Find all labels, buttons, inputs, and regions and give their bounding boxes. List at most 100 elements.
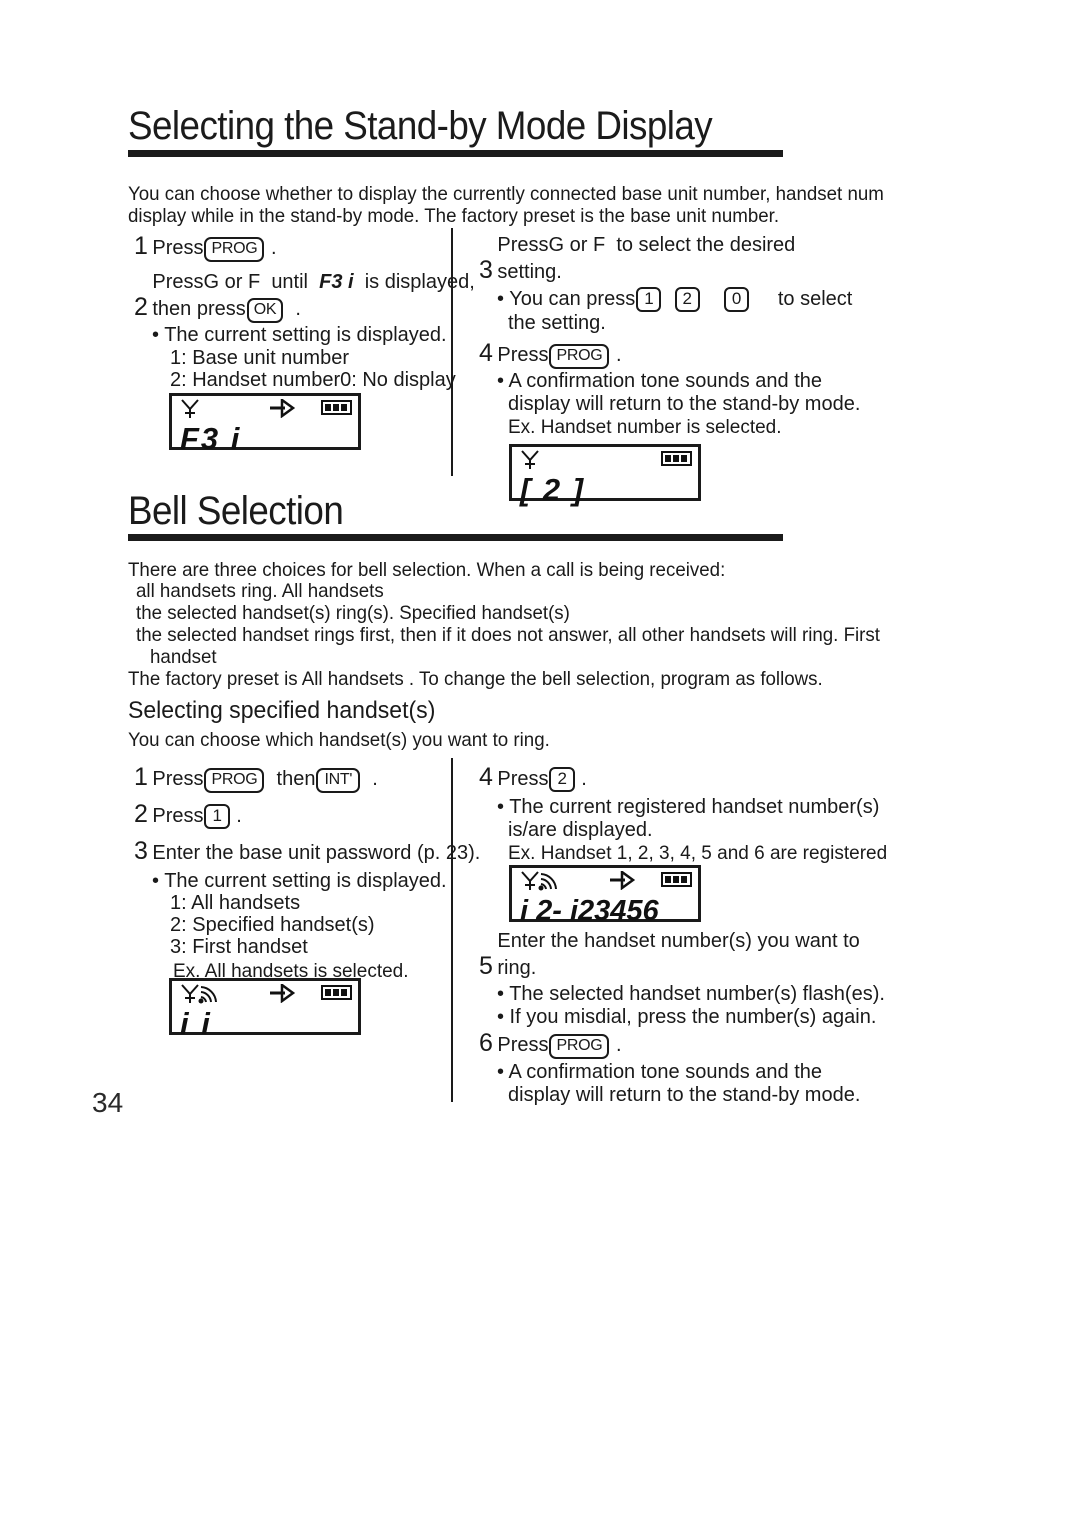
step-line-2: ring.: [497, 957, 537, 979]
step-period: .: [270, 237, 277, 259]
step-text: Press 2 .: [497, 766, 587, 793]
transfer-arrow-icon: [269, 982, 301, 1008]
antenna-signal-icon: [520, 870, 560, 897]
step-2-6: 6 Press PROG .: [479, 1029, 622, 1059]
lcd-value: [ 2 ]: [520, 472, 586, 507]
step-2-2: 2 Press 1 .: [134, 800, 242, 830]
lcd-value: i i: [180, 1006, 212, 1041]
key-2[interactable]: 2: [674, 287, 700, 312]
prog-key[interactable]: PROG: [549, 1034, 610, 1059]
step-number: 5: [479, 952, 493, 980]
conjunction: or: [224, 271, 243, 293]
conjunction: or: [569, 234, 588, 256]
battery-icon: [660, 871, 694, 893]
step-tail: to select the desired: [616, 234, 796, 256]
example-caption-right: Ex. Handset 1, 2, 3, 4, 5 and 6 are regi…: [508, 843, 888, 864]
lcd-display-registered-handsets: i 2- i23456: [509, 865, 701, 927]
step-verb: Press: [497, 234, 549, 256]
transfer-arrow-icon: [269, 397, 301, 423]
step-number: 3: [134, 837, 148, 865]
step-period: .: [236, 805, 242, 827]
step-1-3: 3 PressG or F to select the desired sett…: [479, 232, 795, 286]
step-line-2: setting.: [497, 261, 562, 283]
step-text: Enter the base unit password (p. 23).: [152, 842, 481, 864]
step-period: .: [372, 768, 378, 790]
subsection-intro: You can choose which handset(s) you want…: [128, 729, 550, 751]
key-0[interactable]: 0: [723, 287, 750, 312]
antenna-icon: [520, 449, 540, 476]
step-1-4: 4 Press PROG .: [479, 339, 622, 369]
down-arrow-icon[interactable]: F: [248, 269, 260, 296]
lcd-display-all-handsets: i i: [169, 978, 361, 1041]
subsection-title: Selecting specified handset(s): [128, 697, 436, 724]
bullet-text-b: to select: [777, 288, 853, 310]
step-verb: Press: [497, 768, 549, 790]
lcd-status-row: [172, 396, 358, 422]
section2-title: Bell Selection: [128, 489, 344, 533]
step-text: PressG or F until F3 i is displayed, the…: [152, 269, 475, 323]
step-text: Enter the handset number(s) you want to …: [497, 928, 859, 982]
int-key[interactable]: INT': [316, 768, 361, 793]
step-verb: Press: [152, 805, 204, 827]
step-line-1: Enter the handset number(s) you want to: [497, 930, 860, 952]
step-text: Press PROG then INT' .: [152, 766, 378, 793]
prog-key[interactable]: PROG: [204, 768, 265, 793]
step-2-5: 5 Enter the handset number(s) you want t…: [479, 928, 860, 982]
step-text: Press PROG .: [497, 342, 622, 369]
step-period: .: [581, 768, 587, 790]
bullet-confirm-tone-2: display will return to the stand-by mode…: [508, 1084, 861, 1106]
lcd-status-row: [512, 868, 698, 894]
step-number: 6: [479, 1029, 493, 1057]
step-number: 4: [479, 339, 493, 367]
step-2-1: 1 Press PROG then INT' .: [134, 763, 378, 793]
step-verb: Press: [152, 768, 204, 790]
transfer-arrow-icon: [609, 869, 641, 895]
display-code: F3 i: [319, 271, 354, 293]
battery-icon: [320, 399, 354, 421]
antenna-icon: [180, 398, 200, 425]
lcd-value: F3 i: [180, 421, 242, 456]
step-number: 2: [134, 293, 148, 321]
column-separator-top: [451, 228, 453, 476]
step-text: Press PROG .: [497, 1032, 622, 1059]
bullet-the-setting: the setting.: [508, 312, 606, 334]
page-title: Selecting the Stand-by Mode Display: [128, 104, 713, 148]
step-number: 1: [134, 763, 148, 791]
section1-intro-line-2: display while in the stand-by mode. The …: [128, 205, 780, 227]
battery-icon: [320, 984, 354, 1006]
prog-key[interactable]: PROG: [204, 237, 265, 262]
ok-key[interactable]: OK: [246, 298, 284, 323]
lcd-value: i 2- i23456: [520, 895, 659, 927]
step-2-4: 4 Press 2 .: [479, 763, 587, 793]
step-verb: Press: [152, 237, 204, 259]
step-number: 4: [479, 763, 493, 791]
step-text: PressG or F to select the desired settin…: [497, 232, 795, 286]
example-caption-right: Ex. Handset number is selected.: [508, 417, 782, 438]
bullet-confirm-tone-2: display will return to the stand-by mode…: [508, 393, 861, 415]
section2-intro-line-4: the selected handset rings first, then i…: [136, 624, 880, 646]
key-2[interactable]: 2: [549, 767, 575, 792]
step-number: 2: [134, 800, 148, 828]
key-1[interactable]: 1: [636, 287, 662, 312]
step-1-2: 2 PressG or F until F3 i is displayed, t…: [134, 269, 475, 323]
step-1-1: 1 Press PROG .: [134, 232, 277, 262]
down-arrow-icon[interactable]: F: [593, 232, 605, 259]
lcd-display-handset-2: [ 2 ]: [509, 444, 701, 507]
section2-underline: [128, 534, 783, 541]
key-1[interactable]: 1: [204, 804, 230, 829]
up-arrow-icon[interactable]: G: [548, 232, 564, 259]
step-verb: Press: [497, 344, 549, 366]
prog-key[interactable]: PROG: [549, 344, 610, 369]
antenna-signal-icon: [180, 983, 220, 1010]
battery-icon: [660, 450, 694, 472]
lcd-display-f3: F3 i: [169, 393, 361, 456]
bullet-text-a: • You can press: [497, 288, 636, 310]
step-period: .: [295, 298, 301, 320]
up-arrow-icon[interactable]: G: [203, 269, 219, 296]
title-underline: [128, 150, 783, 157]
section2-intro-line-6: The factory preset is All handsets . To …: [128, 668, 823, 690]
step-verb: Press: [152, 271, 204, 293]
step-period: .: [615, 344, 622, 366]
step-text: Press PROG .: [152, 235, 277, 262]
lcd-status-row: [172, 981, 358, 1007]
